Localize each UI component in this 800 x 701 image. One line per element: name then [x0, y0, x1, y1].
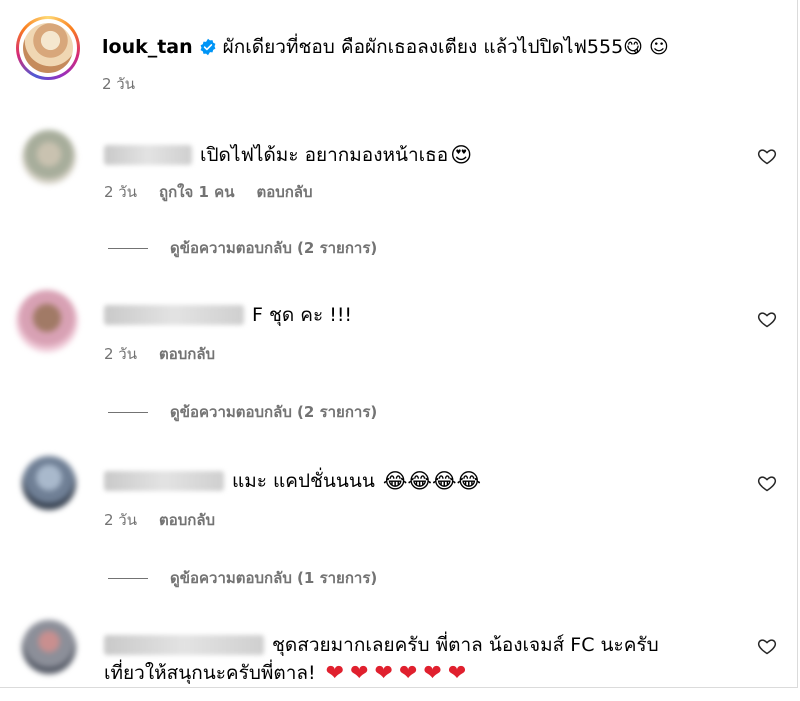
comment-text: F ชุด คะ !!! — [252, 304, 353, 326]
comment-line-2: เที่ยวให้สนุกนะครับพี่ตาล! ❤❤❤❤❤❤ — [104, 658, 473, 687]
reply-button[interactable]: ตอบกลับ — [256, 180, 312, 204]
comment-text: เปิดไฟได้มะ อยากมองหน้าเธอ — [200, 144, 449, 166]
commenter-avatar[interactable] — [22, 620, 76, 674]
comment-meta: 2 วัน ตอบกลับ — [104, 342, 215, 366]
comment-time[interactable]: 2 วัน — [104, 508, 137, 532]
comment-time[interactable]: 2 วัน — [104, 180, 137, 204]
replies-divider — [108, 247, 148, 249]
heart-outline-icon[interactable] — [757, 473, 777, 493]
reply-button[interactable]: ตอบกลับ — [159, 508, 215, 532]
view-replies-button[interactable]: ดูข้อความตอบกลับ (2 รายการ) — [108, 400, 377, 424]
commenter-username-blurred[interactable] — [104, 635, 264, 655]
comment-time[interactable]: 2 วัน — [104, 342, 137, 366]
commenter-avatar[interactable] — [22, 130, 76, 184]
replies-divider — [108, 577, 148, 579]
replies-divider — [108, 411, 148, 413]
view-replies-label[interactable]: ดูข้อความตอบกลับ (2 รายการ) — [170, 236, 377, 260]
heart-outline-icon[interactable] — [757, 309, 777, 329]
reply-button[interactable]: ตอบกลับ — [159, 342, 215, 366]
heart-outline-icon[interactable] — [757, 636, 777, 656]
commenter-username-blurred[interactable] — [104, 471, 224, 491]
owner-avatar[interactable] — [23, 23, 73, 73]
view-replies-button[interactable]: ดูข้อความตอบกลับ (1 รายการ) — [108, 566, 377, 590]
comment-line: แมะ แคปชั่นนนน 😂😂😂😂 — [104, 466, 481, 496]
comments-panel: louk_tan ผักเดียวที่ชอบ คือผักเธอลงเตียง… — [0, 0, 798, 688]
comment-text: ชุดสวยมากเลยครับ พี่ตาล น้องเจมส์ FC นะค… — [272, 634, 659, 656]
comment-line: ชุดสวยมากเลยครับ พี่ตาล น้องเจมส์ FC นะค… — [104, 630, 659, 660]
view-replies-label[interactable]: ดูข้อความตอบกลับ (1 รายการ) — [170, 566, 377, 590]
comment-meta: 2 วัน ตอบกลับ — [104, 508, 215, 532]
view-replies-button[interactable]: ดูข้อความตอบกลับ (2 รายการ) — [108, 236, 377, 260]
caption-time: 2 วัน — [102, 75, 135, 93]
heart-outline-icon[interactable] — [757, 146, 777, 166]
commenter-username-blurred[interactable] — [104, 145, 192, 165]
comment-likes[interactable]: ถูกใจ 1 คน — [159, 180, 234, 204]
comment-line: เปิดไฟได้มะ อยากมองหน้าเธอ 😍 — [104, 140, 472, 170]
commenter-avatar[interactable] — [22, 456, 76, 510]
verified-badge-icon — [200, 38, 216, 56]
comment-emoji: ❤❤❤❤❤❤ — [325, 660, 473, 686]
comment-text: แมะ แคปชั่นนนน — [232, 470, 375, 492]
caption-text: ผักเดียวที่ชอบ คือผักเธอลงเตียง แล้วไปปิ… — [222, 36, 669, 58]
comment-meta: 2 วัน ถูกใจ 1 คน ตอบกลับ — [104, 180, 313, 204]
view-replies-label[interactable]: ดูข้อความตอบกลับ (2 รายการ) — [170, 400, 377, 424]
caption-line: louk_tan ผักเดียวที่ชอบ คือผักเธอลงเตียง… — [102, 32, 669, 62]
owner-username[interactable]: louk_tan — [102, 36, 193, 58]
comment-text-2: เที่ยวให้สนุกนะครับพี่ตาล! — [104, 662, 316, 684]
comment-line: F ชุด คะ !!! — [104, 300, 352, 330]
comment-emoji: 😍 — [450, 143, 473, 167]
comment-emoji: 😂😂😂😂 — [382, 469, 482, 493]
commenter-username-blurred[interactable] — [104, 305, 244, 325]
owner-avatar-story-ring[interactable] — [16, 16, 80, 80]
commenter-avatar[interactable] — [16, 290, 78, 352]
